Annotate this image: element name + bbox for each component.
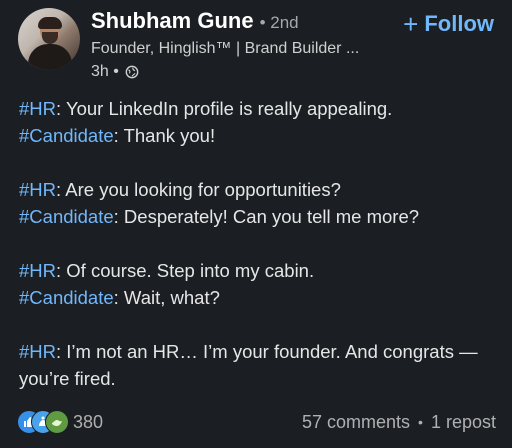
post-line: #Candidate: Thank you! xyxy=(19,122,497,149)
post-line: #HR: Of course. Step into my cabin. xyxy=(19,257,497,284)
post-meta: 3h • xyxy=(91,63,139,81)
reaction-count: 380 xyxy=(73,411,104,432)
author-avatar[interactable] xyxy=(18,8,80,70)
author-headline: Founder, Hinglish™ | Brand Builder ... xyxy=(91,40,360,57)
hashtag-link[interactable]: #Candidate xyxy=(19,287,114,308)
feed-post: Shubham Gune • 2nd Founder, Hinglish™ | … xyxy=(0,0,512,448)
post-line-text: : Your LinkedIn profile is really appeal… xyxy=(56,98,393,119)
support-reaction-icon xyxy=(45,410,69,434)
globe-icon xyxy=(125,65,139,79)
post-line: #HR: I’m not an HR… I’m your founder. An… xyxy=(19,338,497,392)
hashtag-link[interactable]: #HR xyxy=(19,260,56,281)
author-name[interactable]: Shubham Gune xyxy=(91,8,254,34)
author-name-row: Shubham Gune • 2nd xyxy=(91,8,299,34)
comments-count[interactable]: 57 comments xyxy=(302,412,410,433)
post-line-text: : Desperately! Can you tell me more? xyxy=(113,206,420,227)
post-line: #HR: Are you looking for opportunities? xyxy=(19,176,497,203)
post-text: #HR: Your LinkedIn profile is really app… xyxy=(19,95,497,392)
post-line-text: : Thank you! xyxy=(113,125,216,146)
hashtag-link[interactable]: #HR xyxy=(19,341,56,362)
repost-count[interactable]: 1 repost xyxy=(431,412,496,433)
post-line-text: : I’m not an HR… I’m your founder. And c… xyxy=(19,341,478,389)
social-counts: 380 57 comments • 1 repost xyxy=(17,410,496,434)
post-line-text: : Wait, what? xyxy=(113,287,220,308)
post-line-text: : Are you looking for opportunities? xyxy=(56,179,341,200)
post-line-text: : Of course. Step into my cabin. xyxy=(56,260,315,281)
follow-label: Follow xyxy=(424,11,494,36)
separator-dot: • xyxy=(418,414,423,430)
reaction-icons xyxy=(17,410,69,434)
engagement-stats: 57 comments • 1 repost xyxy=(302,412,496,433)
post-time: 3h • xyxy=(91,63,119,80)
hashtag-link[interactable]: #Candidate xyxy=(19,206,114,227)
hashtag-link[interactable]: #HR xyxy=(19,179,56,200)
post-line: #Candidate: Desperately! Can you tell me… xyxy=(19,203,497,230)
reactions-summary[interactable]: 380 xyxy=(17,410,103,434)
post-line: #HR: Your LinkedIn profile is really app… xyxy=(19,95,497,122)
plus-icon: + xyxy=(403,9,419,39)
hashtag-link[interactable]: #Candidate xyxy=(19,125,114,146)
follow-button[interactable]: + Follow xyxy=(403,11,494,37)
post-line: #Candidate: Wait, what? xyxy=(19,284,497,311)
connection-degree: • 2nd xyxy=(259,13,299,32)
hashtag-link[interactable]: #HR xyxy=(19,98,56,119)
